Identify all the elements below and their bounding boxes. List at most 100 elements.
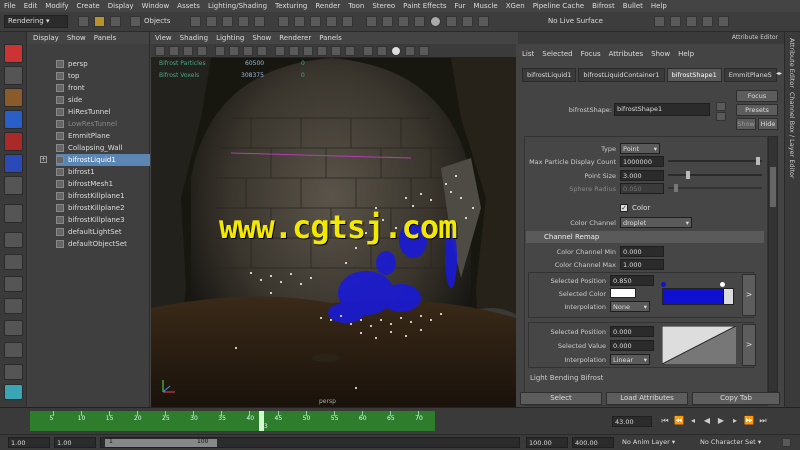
menu-paint-effects[interactable]: Paint Effects bbox=[403, 2, 446, 10]
outliner-item[interactable]: Collapsing_Wall bbox=[56, 142, 150, 154]
shadows-icon[interactable] bbox=[345, 46, 355, 56]
show-button[interactable]: Show bbox=[736, 118, 756, 130]
sphere-radius-slider-handle[interactable] bbox=[674, 184, 678, 192]
menu-help[interactable]: Help bbox=[651, 2, 667, 10]
play-backwards-icon[interactable]: ◀ bbox=[702, 416, 712, 426]
menu-window[interactable]: Window bbox=[142, 2, 170, 10]
layout-icon[interactable] bbox=[4, 364, 23, 380]
outliner-item[interactable]: bifrost1 bbox=[56, 166, 150, 178]
lock-icon[interactable] bbox=[462, 16, 473, 27]
outliner-item[interactable]: bifrostKillplane2 bbox=[56, 202, 150, 214]
playback-end-field[interactable]: 100.00 bbox=[526, 437, 568, 448]
step-back-key-icon[interactable]: ⏪ bbox=[674, 416, 684, 426]
menu-set-dropdown[interactable]: Rendering ▾ bbox=[4, 15, 68, 28]
persp-hypershade-icon[interactable] bbox=[4, 342, 23, 358]
depth-of-field-icon[interactable] bbox=[419, 46, 429, 56]
outliner-item[interactable]: bifrostKillplane3 bbox=[56, 214, 150, 226]
ramp2-position-field[interactable]: 0.000 bbox=[610, 326, 654, 337]
viewport-panel[interactable]: View Shading Lighting Show Renderer Pane… bbox=[151, 32, 516, 407]
menu-display[interactable]: Display bbox=[108, 2, 134, 10]
current-frame-field[interactable]: 43.00 bbox=[612, 416, 652, 427]
ae-menu-focus[interactable]: Focus bbox=[581, 50, 601, 62]
smooth-shade-icon[interactable] bbox=[289, 46, 299, 56]
menu-xgen[interactable]: XGen bbox=[506, 2, 525, 10]
time-slider-track[interactable]: 43 5 10 15 20 25 30 35 40 45 50 55 60 65 70 bbox=[30, 411, 435, 431]
outliner-item[interactable]: LowResTunnel bbox=[56, 118, 150, 130]
point-size-slider-handle[interactable] bbox=[686, 171, 690, 179]
outliner-menu-display[interactable]: Display bbox=[33, 34, 59, 42]
scale-tool-icon[interactable] bbox=[4, 154, 23, 173]
load-attributes-button[interactable]: Load Attributes bbox=[606, 392, 688, 405]
select-by-type-icon[interactable] bbox=[190, 16, 201, 27]
anim-layer-dropdown[interactable]: No Anim Layer ▾ bbox=[620, 437, 696, 448]
menu-edit[interactable]: Edit bbox=[24, 2, 38, 10]
move-tool-icon[interactable] bbox=[4, 110, 23, 129]
menu-render[interactable]: Render bbox=[315, 2, 340, 10]
vp-menu-show[interactable]: Show bbox=[252, 34, 271, 42]
tool-settings-icon[interactable] bbox=[702, 16, 713, 27]
range-slider[interactable]: 1 100 bbox=[100, 437, 520, 448]
bookmark-icon[interactable] bbox=[183, 46, 193, 56]
menu-stereo[interactable]: Stereo bbox=[372, 2, 395, 10]
snap-grid-icon[interactable] bbox=[278, 16, 289, 27]
max-particle-slider-handle[interactable] bbox=[756, 157, 760, 165]
new-scene-icon[interactable] bbox=[78, 16, 89, 27]
outliner-item[interactable]: defaultObjectSet bbox=[56, 238, 150, 250]
hypershade-icon[interactable] bbox=[430, 16, 441, 27]
animation-end-field[interactable]: 400.00 bbox=[572, 437, 614, 448]
menu-lighting-shading[interactable]: Lighting/Shading bbox=[208, 2, 267, 10]
select-curves-icon[interactable] bbox=[222, 16, 233, 27]
channel-box-tab[interactable]: Channel Box / Layer Editor bbox=[788, 92, 796, 179]
max-particle-field[interactable]: 1000000 bbox=[620, 156, 664, 167]
vp-menu-view[interactable]: View bbox=[155, 34, 172, 42]
tab-bifrostliquid1[interactable]: bifrostLiquid1 bbox=[522, 68, 577, 82]
hide-button[interactable]: Hide bbox=[758, 118, 778, 130]
next-section-header[interactable]: Light Bending Bifrost bbox=[526, 372, 764, 384]
menu-bullet[interactable]: Bullet bbox=[623, 2, 643, 10]
snap-point-icon[interactable] bbox=[310, 16, 321, 27]
go-to-output-icon[interactable] bbox=[716, 112, 726, 121]
outliner-item[interactable]: side bbox=[56, 94, 150, 106]
channel-remap-section[interactable]: Channel Remap bbox=[526, 231, 764, 243]
menu-assets[interactable]: Assets bbox=[177, 2, 200, 10]
ae-menu-selected[interactable]: Selected bbox=[542, 50, 572, 62]
ae-menu-list[interactable]: List bbox=[522, 50, 534, 62]
open-scene-icon[interactable] bbox=[94, 16, 105, 27]
vp-menu-panels[interactable]: Panels bbox=[319, 34, 342, 42]
menu-fur[interactable]: Fur bbox=[455, 2, 466, 10]
value-ramp-graph[interactable] bbox=[662, 326, 736, 364]
go-to-start-icon[interactable]: ⏮ bbox=[660, 416, 670, 426]
vp-menu-shading[interactable]: Shading bbox=[180, 34, 208, 42]
menu-file[interactable]: File bbox=[4, 2, 16, 10]
outliner-item[interactable]: front bbox=[56, 82, 150, 94]
go-to-end-icon[interactable]: ⏭ bbox=[758, 416, 768, 426]
ramp-handle-start[interactable] bbox=[661, 282, 666, 287]
outliner-menu-panels[interactable]: Panels bbox=[94, 34, 117, 42]
menu-bifrost[interactable]: Bifrost bbox=[592, 2, 615, 10]
outliner-item[interactable]: bifrostMesh1 bbox=[56, 178, 150, 190]
scrollbar-thumb[interactable] bbox=[770, 167, 776, 207]
select-hierarchy-icon[interactable] bbox=[130, 16, 141, 27]
type-dropdown[interactable]: Point ▾ bbox=[620, 143, 660, 154]
lights-icon[interactable] bbox=[331, 46, 341, 56]
persp-outliner-icon[interactable] bbox=[4, 298, 23, 314]
snap-curve-icon[interactable] bbox=[294, 16, 305, 27]
menu-toon[interactable]: Toon bbox=[348, 2, 364, 10]
ae-menu-attributes[interactable]: Attributes bbox=[609, 50, 644, 62]
menu-muscle[interactable]: Muscle bbox=[473, 2, 497, 10]
menu-pipeline-cache[interactable]: Pipeline Cache bbox=[533, 2, 584, 10]
presets-button[interactable]: Presets bbox=[736, 104, 778, 116]
ramp1-expand-button[interactable]: > bbox=[742, 274, 756, 316]
outliner-item[interactable]: HiResTunnel bbox=[56, 106, 150, 118]
select-button[interactable]: Select bbox=[520, 392, 602, 405]
last-tool-icon[interactable] bbox=[4, 176, 23, 195]
sphere-radius-field[interactable]: 0.050 bbox=[620, 183, 664, 194]
make-live-icon[interactable] bbox=[342, 16, 353, 27]
two-pane-icon[interactable] bbox=[4, 276, 23, 292]
persp-graph-icon[interactable] bbox=[4, 320, 23, 336]
outliner-item[interactable]: persp bbox=[56, 58, 150, 70]
ae-menu-show[interactable]: Show bbox=[651, 50, 670, 62]
textured-icon[interactable] bbox=[317, 46, 327, 56]
ramp2-interp-dropdown[interactable]: Linear ▾ bbox=[610, 354, 650, 365]
tab-bifrostshape1[interactable]: bifrostShape1 bbox=[666, 68, 722, 82]
